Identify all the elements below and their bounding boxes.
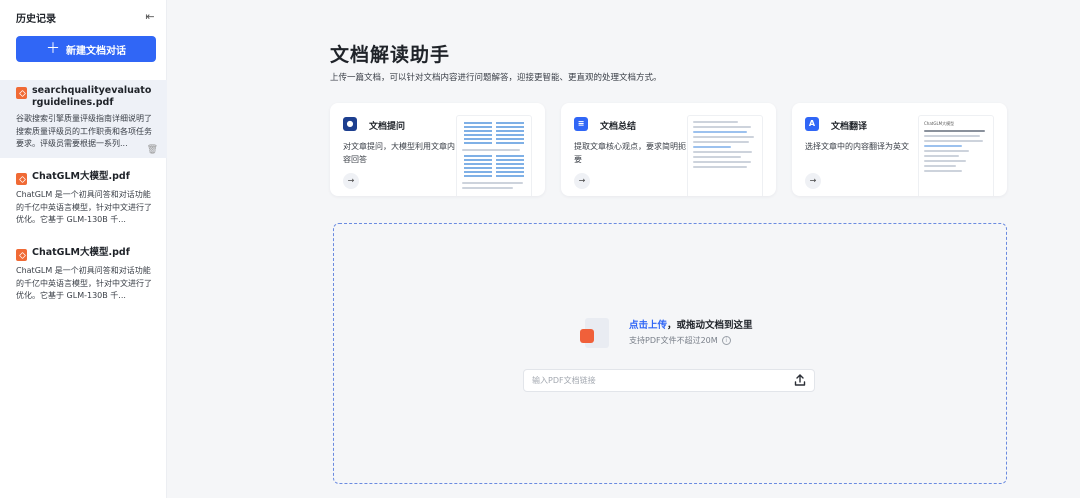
history-item-desc: ChatGLM 是一个初具问答和对话功能的千亿中英语言模型，针对中文进行了优化。…: [16, 190, 152, 224]
history-item-name: ChatGLM大模型.pdf: [32, 171, 130, 182]
sidebar-title: 历史记录: [16, 14, 56, 25]
arrow-right-icon[interactable]: →: [805, 173, 821, 189]
feature-card-document-qa[interactable]: ● 文档提问 对文章提问，大模型利用文章内容回答 →: [330, 103, 545, 196]
feature-card-document-translate[interactable]: A 文档翻译 选择文章中的内容翻译为英文 → ChatGLM大模型: [792, 103, 1007, 196]
pdf-url-input[interactable]: [523, 369, 815, 392]
sidebar-header: 历史记录 ⇤: [0, 0, 167, 34]
document-preview-thumbnail: [456, 115, 532, 196]
upload-dropzone[interactable]: 点击上传，或拖动文档到这里 支持PDF文件不超过20M i: [333, 223, 1007, 484]
new-document-chat-label: 新建文档对话: [66, 45, 126, 57]
card-desc: 对文章提问，大模型利用文章内容回答: [343, 142, 455, 164]
plus-icon: ＋: [46, 41, 60, 57]
history-item-name: searchqualityevaluatorguidelines.pdf: [32, 85, 152, 108]
document-preview-thumbnail: [687, 115, 763, 196]
new-document-chat-button[interactable]: ＋ 新建文档对话: [16, 36, 156, 62]
click-upload-link[interactable]: 点击上传: [629, 320, 667, 331]
card-title: 文档总结: [600, 122, 637, 132]
info-icon[interactable]: i: [721, 336, 731, 345]
pdf-file-icon: [16, 249, 27, 261]
collapse-sidebar-icon[interactable]: ⇤: [143, 10, 157, 24]
upload-icon[interactable]: [794, 374, 806, 386]
arrow-right-icon[interactable]: →: [574, 173, 590, 189]
chat-icon: ●: [343, 117, 357, 131]
thumbnail-title: ChatGLM大模型: [924, 121, 955, 126]
pdf-upload-illustration-icon: [580, 318, 609, 348]
document-icon: ≡: [574, 117, 588, 131]
card-desc: 提取文章核心观点，要求简明扼要: [574, 142, 686, 164]
pdf-file-icon: [16, 87, 27, 99]
document-preview-thumbnail: ChatGLM大模型: [918, 115, 994, 196]
history-sidebar: 历史记录 ⇤ ＋ 新建文档对话 searchqualityevaluatorgu…: [0, 0, 167, 498]
main-content: 文档解读助手 上传一篇文档，可以针对文档内容进行问题解答，迎接更智能、更直观的处…: [168, 0, 1080, 498]
history-item-name: ChatGLM大模型.pdf: [32, 247, 130, 258]
drag-instruction: ，或拖动文档到这里: [667, 320, 753, 331]
card-title: 文档提问: [369, 122, 406, 132]
history-item-desc: 谷歌搜索引擎质量评级指南详细说明了搜索质量评级员的工作职责和各项任务要求。评级员…: [16, 114, 152, 148]
card-desc: 选择文章中的内容翻译为英文: [805, 142, 909, 151]
pdf-file-icon: [16, 173, 27, 185]
upload-hint: 支持PDF文件不超过20M i: [629, 335, 731, 346]
upload-limit-text: 支持PDF文件不超过20M: [629, 336, 718, 345]
history-item[interactable]: ChatGLM大模型.pdf ChatGLM 是一个初具问答和对话功能的千亿中英…: [0, 247, 167, 313]
card-title: 文档翻译: [831, 122, 868, 132]
history-item[interactable]: searchqualityevaluatorguidelines.pdf 谷歌搜…: [0, 80, 167, 158]
delete-icon[interactable]: 🗑: [147, 145, 158, 155]
arrow-right-icon[interactable]: →: [343, 173, 359, 189]
page-subtitle: 上传一篇文档，可以针对文档内容进行问题解答，迎接更智能、更直观的处理文档方式。: [330, 73, 662, 83]
feature-card-document-summary[interactable]: ≡ 文档总结 提取文章核心观点，要求简明扼要 →: [561, 103, 776, 196]
history-item[interactable]: ChatGLM大模型.pdf ChatGLM 是一个初具问答和对话功能的千亿中英…: [0, 171, 167, 237]
history-item-desc: ChatGLM 是一个初具问答和对话功能的千亿中英语言模型，针对中文进行了优化。…: [16, 266, 152, 300]
translate-icon: A: [805, 117, 819, 131]
upload-instruction: 点击上传，或拖动文档到这里: [629, 317, 753, 331]
page-title: 文档解读助手: [330, 44, 451, 66]
